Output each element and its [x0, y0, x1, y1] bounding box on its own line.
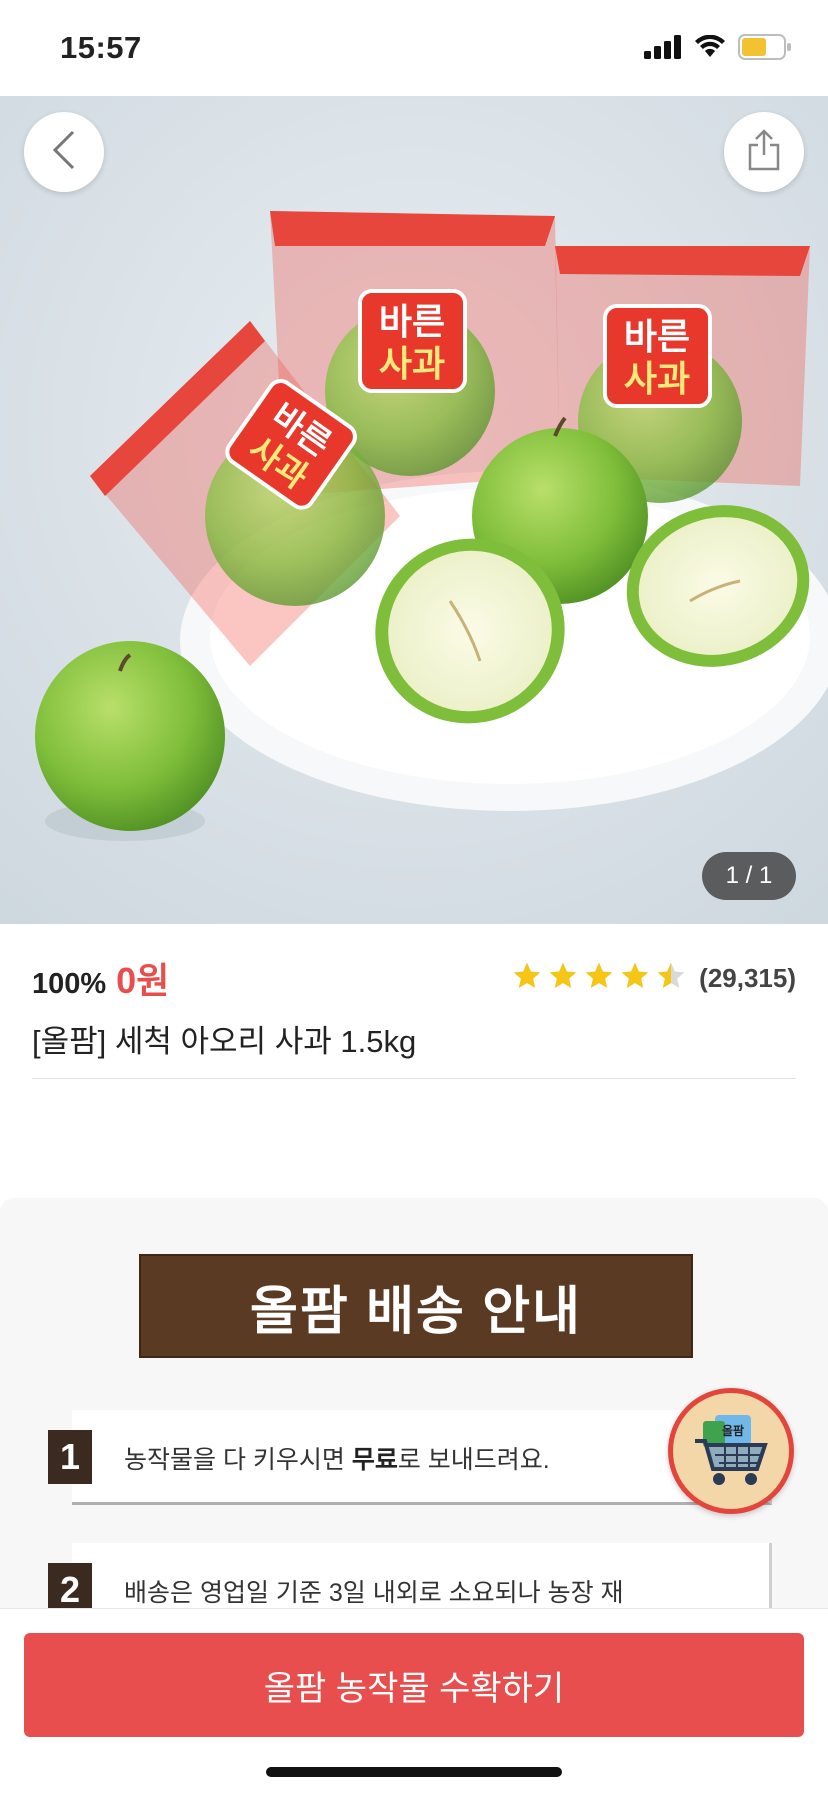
step-text-part: 농작물을 다 키우시면	[124, 1446, 352, 1474]
svg-text:바른: 바른	[624, 317, 690, 358]
harvest-button[interactable]: 올팜 농작물 수확하기	[24, 1633, 804, 1737]
step-number: 2	[48, 1563, 92, 1608]
status-icons	[644, 34, 792, 65]
cart-badge-label: 올팜	[722, 1423, 744, 1438]
star-icon	[583, 960, 615, 997]
battery-icon	[738, 34, 792, 65]
svg-text:사과: 사과	[379, 344, 445, 385]
bottom-action-bar: 올팜 농작물 수확하기	[0, 1608, 828, 1793]
status-time: 15:57	[60, 30, 142, 65]
step-number: 1	[48, 1430, 92, 1484]
star-icon	[619, 960, 651, 997]
product-info: 100% 0원 (29,315) [올팜] 세척 아오리 사과 1.5kg	[32, 954, 796, 1061]
star-icon	[547, 960, 579, 997]
rating[interactable]: (29,315)	[511, 960, 796, 997]
step-text: 농작물을 다 키우시면 무료로 보내드려요.	[124, 1440, 550, 1476]
product-image[interactable]: 바른 사과 바른 사과 바른 사과 1 / 1	[0, 96, 828, 924]
price-row: 100% 0원 (29,315)	[32, 954, 796, 1002]
delivery-step-1: 1 농작물을 다 키우시면 무료로 보내드려요.	[48, 1410, 772, 1505]
chevron-left-icon	[49, 128, 79, 177]
delivery-step-2: 2 배송은 영업일 기준 3일 내외로 소요되나 농장 재	[48, 1543, 772, 1608]
price: 0원	[116, 960, 170, 1001]
status-bar: 15:57	[0, 0, 828, 96]
star-icon	[511, 960, 543, 997]
svg-text:바른: 바른	[379, 302, 445, 343]
image-page-indicator: 1 / 1	[702, 852, 796, 900]
product-name: [올팜] 세척 아오리 사과 1.5kg	[32, 1024, 417, 1059]
step-text-part: 배송은 영업일 기준 3일 내외로 소요되나 농장 재	[124, 1579, 624, 1607]
delivery-guide-banner: 올팜 배송 안내	[139, 1254, 693, 1358]
green-apples-on-plate-photo: 바른 사과 바른 사과 바른 사과	[0, 96, 828, 924]
back-button[interactable]	[24, 112, 104, 192]
wifi-icon	[694, 34, 726, 64]
share-button[interactable]	[724, 112, 804, 192]
share-icon	[747, 128, 781, 176]
floating-cart-button[interactable]: 올팜	[668, 1388, 794, 1514]
step-text-bold: 무료	[351, 1446, 398, 1474]
step-text: 배송은 영업일 기준 3일 내외로 소요되나 농장 재	[124, 1573, 624, 1608]
svg-text:사과: 사과	[624, 359, 690, 400]
home-indicator	[266, 1767, 562, 1777]
discount-rate: 100%	[32, 968, 107, 1000]
banner-title: 올팜 배송 안내	[250, 1282, 582, 1341]
price-group: 100% 0원	[32, 952, 169, 1004]
half-star-icon	[655, 960, 687, 997]
review-count: (29,315)	[699, 962, 796, 993]
shopping-cart-icon: 올팜	[689, 1407, 773, 1496]
signal-icon	[644, 35, 682, 64]
step-text-part: 로 보내드려요.	[397, 1446, 550, 1474]
divider	[32, 1078, 796, 1079]
